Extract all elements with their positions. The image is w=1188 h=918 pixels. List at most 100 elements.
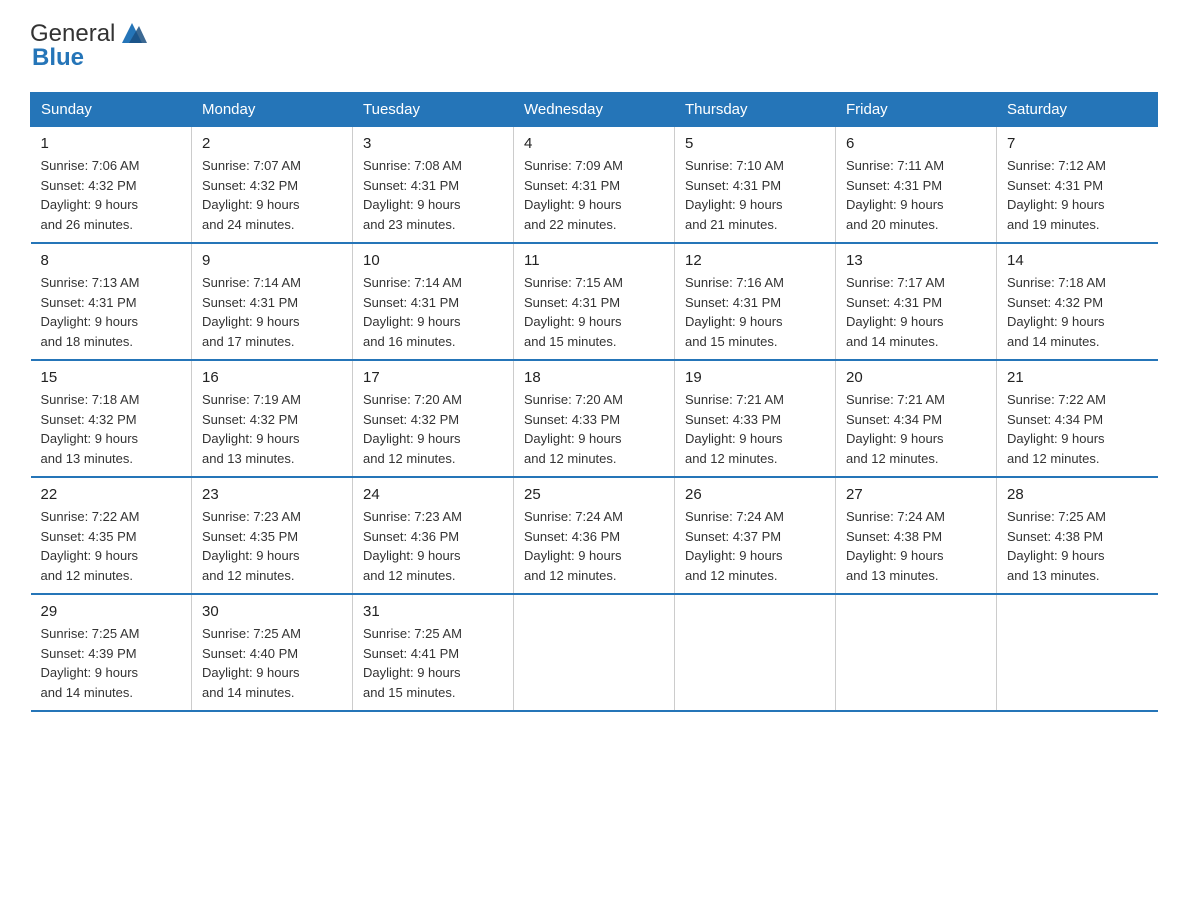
calendar-day-11: 11 Sunrise: 7:15 AMSunset: 4:31 PMDayligh… [514,243,675,360]
calendar-day-5: 5Sunrise: 7:10 AMSunset: 4:31 PMDaylight… [675,127,836,244]
day-number: 21 [1007,369,1148,386]
calendar-week-1: 1Sunrise: 7:06 AMSunset: 4:32 PMDaylight… [31,127,1158,244]
day-number: 25 [524,486,664,503]
calendar-day-29: 29Sunrise: 7:25 AMSunset: 4:39 PMDayligh… [31,594,192,711]
logo-blue-text: Blue [32,44,84,72]
day-info: Sunrise: 7:09 AMSunset: 4:31 PMDaylight:… [524,156,664,234]
day-number: 4 [524,135,664,152]
day-info: Sunrise: 7:17 AMSunset: 4:31 PMDaylight:… [846,273,986,351]
day-info: Sunrise: 7:23 AMSunset: 4:36 PMDaylight:… [363,507,503,585]
calendar-day-27: 27 Sunrise: 7:24 AMSunset: 4:38 PMDayligh… [836,477,997,594]
day-info: Sunrise: 7:20 AMSunset: 4:32 PMDaylight:… [363,390,503,468]
day-number: 15 [41,369,182,386]
day-number: 24 [363,486,503,503]
day-info: Sunrise: 7:22 AMSunset: 4:35 PMDaylight:… [41,507,182,585]
day-number: 2 [202,135,342,152]
day-info: Sunrise: 7:08 AMSunset: 4:31 PMDaylight:… [363,156,503,234]
day-number: 30 [202,603,342,620]
empty-cell [836,594,997,711]
calendar-day-3: 3 Sunrise: 7:08 AMSunset: 4:31 PMDaylight… [353,127,514,244]
day-info: Sunrise: 7:20 AMSunset: 4:33 PMDaylight:… [524,390,664,468]
calendar-day-23: 23Sunrise: 7:23 AMSunset: 4:35 PMDayligh… [192,477,353,594]
day-info: Sunrise: 7:06 AMSunset: 4:32 PMDaylight:… [41,156,182,234]
day-number: 3 [363,135,503,152]
calendar-day-10: 10 Sunrise: 7:14 AMSunset: 4:31 PMDayligh… [353,243,514,360]
day-number: 27 [846,486,986,503]
day-info: Sunrise: 7:22 AMSunset: 4:34 PMDaylight:… [1007,390,1148,468]
day-number: 9 [202,252,342,269]
empty-cell [675,594,836,711]
calendar-day-18: 18 Sunrise: 7:20 AMSunset: 4:33 PMDayligh… [514,360,675,477]
calendar-day-7: 7Sunrise: 7:12 AMSunset: 4:31 PMDaylight… [997,127,1158,244]
day-number: 18 [524,369,664,386]
day-info: Sunrise: 7:18 AMSunset: 4:32 PMDaylight:… [1007,273,1148,351]
calendar-day-13: 13 Sunrise: 7:17 AMSunset: 4:31 PMDayligh… [836,243,997,360]
calendar-day-6: 6Sunrise: 7:11 AMSunset: 4:31 PMDaylight… [836,127,997,244]
day-info: Sunrise: 7:18 AMSunset: 4:32 PMDaylight:… [41,390,182,468]
day-number: 11 [524,252,664,269]
calendar-day-2: 2 Sunrise: 7:07 AMSunset: 4:32 PMDaylight… [192,127,353,244]
day-info: Sunrise: 7:25 AMSunset: 4:38 PMDaylight:… [1007,507,1148,585]
day-number: 31 [363,603,503,620]
calendar-week-4: 22 Sunrise: 7:22 AMSunset: 4:35 PMDayligh… [31,477,1158,594]
day-number: 28 [1007,486,1148,503]
calendar-day-25: 25 Sunrise: 7:24 AMSunset: 4:36 PMDayligh… [514,477,675,594]
logo: General Blue [30,20,147,72]
day-number: 19 [685,369,825,386]
day-info: Sunrise: 7:15 AMSunset: 4:31 PMDaylight:… [524,273,664,351]
calendar-day-30: 30 Sunrise: 7:25 AMSunset: 4:40 PMDayligh… [192,594,353,711]
day-number: 26 [685,486,825,503]
day-info: Sunrise: 7:19 AMSunset: 4:32 PMDaylight:… [202,390,342,468]
calendar-week-2: 8 Sunrise: 7:13 AMSunset: 4:31 PMDaylight… [31,243,1158,360]
day-info: Sunrise: 7:07 AMSunset: 4:32 PMDaylight:… [202,156,342,234]
day-number: 14 [1007,252,1148,269]
calendar-day-8: 8 Sunrise: 7:13 AMSunset: 4:31 PMDaylight… [31,243,192,360]
day-info: Sunrise: 7:16 AMSunset: 4:31 PMDaylight:… [685,273,825,351]
calendar-header-row: SundayMondayTuesdayWednesdayThursdayFrid… [31,93,1158,127]
day-info: Sunrise: 7:25 AMSunset: 4:39 PMDaylight:… [41,624,182,702]
calendar-day-4: 4 Sunrise: 7:09 AMSunset: 4:31 PMDaylight… [514,127,675,244]
day-number: 20 [846,369,986,386]
day-number: 5 [685,135,825,152]
logo-icon [117,18,147,48]
day-info: Sunrise: 7:25 AMSunset: 4:40 PMDaylight:… [202,624,342,702]
calendar-week-5: 29Sunrise: 7:25 AMSunset: 4:39 PMDayligh… [31,594,1158,711]
calendar-day-16: 16 Sunrise: 7:19 AMSunset: 4:32 PMDayligh… [192,360,353,477]
day-number: 10 [363,252,503,269]
day-info: Sunrise: 7:14 AMSunset: 4:31 PMDaylight:… [363,273,503,351]
calendar-day-24: 24 Sunrise: 7:23 AMSunset: 4:36 PMDayligh… [353,477,514,594]
calendar-week-3: 15 Sunrise: 7:18 AMSunset: 4:32 PMDayligh… [31,360,1158,477]
day-info: Sunrise: 7:24 AMSunset: 4:38 PMDaylight:… [846,507,986,585]
day-info: Sunrise: 7:13 AMSunset: 4:31 PMDaylight:… [41,273,182,351]
day-number: 8 [41,252,182,269]
day-number: 12 [685,252,825,269]
column-header-friday: Friday [836,93,997,127]
day-info: Sunrise: 7:21 AMSunset: 4:34 PMDaylight:… [846,390,986,468]
calendar-day-28: 28 Sunrise: 7:25 AMSunset: 4:38 PMDayligh… [997,477,1158,594]
column-header-saturday: Saturday [997,93,1158,127]
calendar-day-15: 15 Sunrise: 7:18 AMSunset: 4:32 PMDayligh… [31,360,192,477]
calendar-day-1: 1Sunrise: 7:06 AMSunset: 4:32 PMDaylight… [31,127,192,244]
calendar-day-12: 12 Sunrise: 7:16 AMSunset: 4:31 PMDayligh… [675,243,836,360]
day-number: 16 [202,369,342,386]
day-number: 22 [41,486,182,503]
calendar-day-31: 31 Sunrise: 7:25 AMSunset: 4:41 PMDayligh… [353,594,514,711]
calendar-day-17: 17Sunrise: 7:20 AMSunset: 4:32 PMDayligh… [353,360,514,477]
day-info: Sunrise: 7:24 AMSunset: 4:37 PMDaylight:… [685,507,825,585]
day-info: Sunrise: 7:24 AMSunset: 4:36 PMDaylight:… [524,507,664,585]
calendar-day-21: 21 Sunrise: 7:22 AMSunset: 4:34 PMDayligh… [997,360,1158,477]
calendar-table: SundayMondayTuesdayWednesdayThursdayFrid… [30,92,1158,712]
day-number: 6 [846,135,986,152]
column-header-thursday: Thursday [675,93,836,127]
day-info: Sunrise: 7:23 AMSunset: 4:35 PMDaylight:… [202,507,342,585]
column-header-tuesday: Tuesday [353,93,514,127]
day-number: 13 [846,252,986,269]
calendar-day-20: 20 Sunrise: 7:21 AMSunset: 4:34 PMDayligh… [836,360,997,477]
calendar-day-22: 22 Sunrise: 7:22 AMSunset: 4:35 PMDayligh… [31,477,192,594]
day-info: Sunrise: 7:25 AMSunset: 4:41 PMDaylight:… [363,624,503,702]
column-header-sunday: Sunday [31,93,192,127]
page-header: General Blue [30,20,1158,72]
calendar-day-14: 14 Sunrise: 7:18 AMSunset: 4:32 PMDayligh… [997,243,1158,360]
calendar-day-19: 19Sunrise: 7:21 AMSunset: 4:33 PMDayligh… [675,360,836,477]
empty-cell [997,594,1158,711]
